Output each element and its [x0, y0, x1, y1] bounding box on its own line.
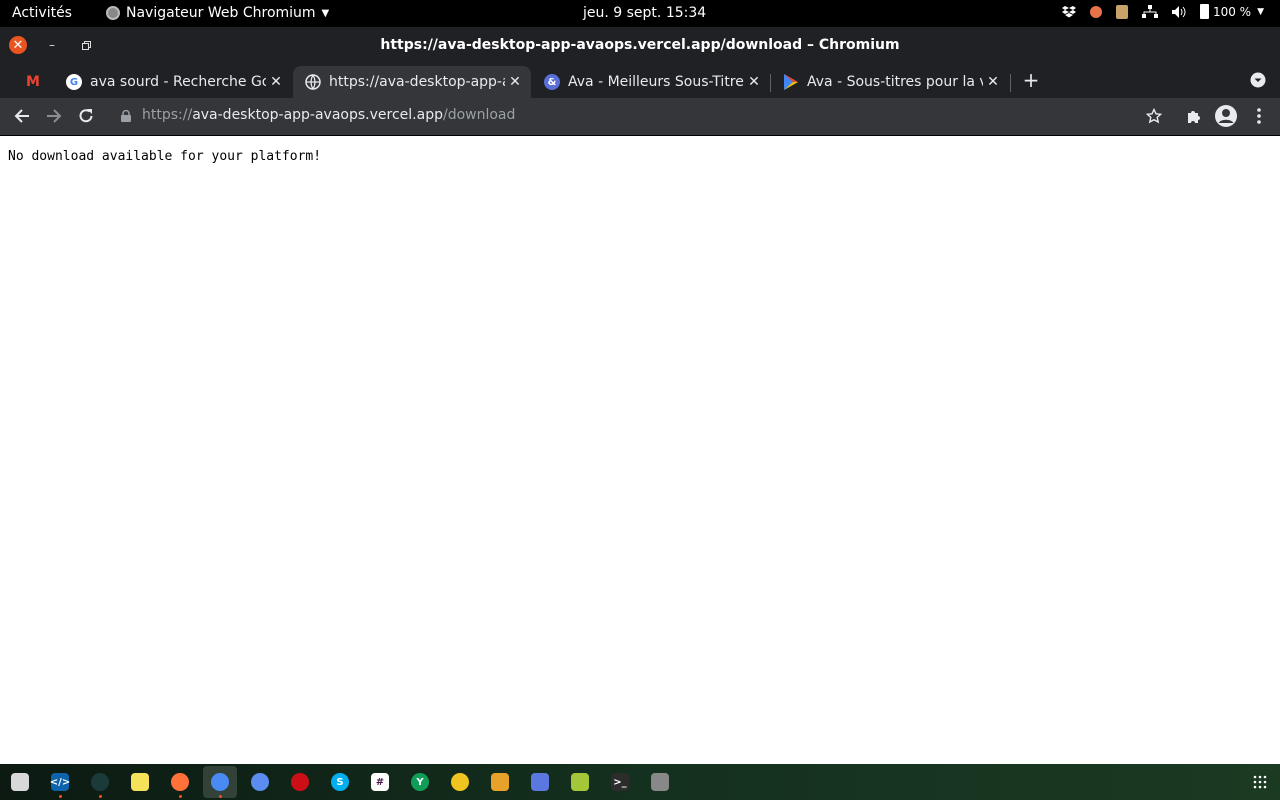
globe-icon	[305, 74, 321, 90]
system-top-bar: Activités Navigateur Web Chromium ▼ jeu.…	[0, 0, 1280, 27]
close-tab-icon[interactable]: ✕	[505, 74, 525, 90]
tab-search-button[interactable]	[1248, 70, 1268, 90]
chromium-icon[interactable]	[211, 773, 229, 791]
tab-google-search[interactable]: G ava sourd - Recherche Goo ✕	[54, 66, 292, 98]
notes-icon[interactable]	[131, 773, 149, 791]
volume-icon[interactable]	[1171, 5, 1186, 18]
chromium-icon	[106, 6, 120, 20]
firefox-icon[interactable]	[171, 773, 189, 791]
running-indicator	[59, 795, 62, 798]
disk-icon[interactable]	[651, 773, 669, 791]
back-button[interactable]	[12, 106, 32, 126]
new-tab-button[interactable]: +	[1021, 68, 1041, 92]
tab-strip: M G ava sourd - Recherche Goo ✕ https://…	[0, 64, 1280, 98]
app-menu[interactable]: Navigateur Web Chromium ▼	[106, 5, 329, 21]
tab-play-store[interactable]: Ava - Sous-titres pour la vie ✕	[771, 66, 1009, 98]
system-tray[interactable]: 100 % ▼	[1061, 4, 1264, 19]
app-icon[interactable]	[451, 773, 469, 791]
reload-button[interactable]	[76, 106, 96, 126]
menu-kebab-icon[interactable]	[1249, 106, 1269, 126]
archive-icon[interactable]	[491, 773, 509, 791]
close-tab-icon[interactable]: ✕	[983, 74, 1003, 90]
slack-icon[interactable]: #	[371, 773, 389, 791]
lock-icon[interactable]	[116, 106, 136, 126]
running-indicator	[179, 795, 182, 798]
yakyak-icon[interactable]: Y	[411, 773, 429, 791]
battery-indicator[interactable]: 100 % ▼	[1199, 4, 1264, 19]
gitkraken-icon[interactable]	[91, 773, 109, 791]
url-host: ava-desktop-app-avaops.vercel.app	[192, 107, 443, 123]
url-path: /download	[442, 107, 516, 123]
window-title-bar[interactable]: ✕ – https://ava-desktop-app-avaops.verce…	[0, 27, 1280, 64]
tab-title: ava sourd - Recherche Goo	[90, 74, 266, 90]
url-scheme: https://	[142, 107, 193, 123]
profile-avatar-icon[interactable]	[1214, 104, 1238, 128]
close-tab-icon[interactable]: ✕	[744, 74, 764, 90]
running-indicator	[99, 795, 102, 798]
pinned-tab-gmail[interactable]: M	[18, 66, 52, 98]
dropbox-icon[interactable]	[1061, 5, 1076, 18]
tab-title: Ava - Sous-titres pour la vie	[807, 74, 983, 90]
page-content: No download available for your platform!	[0, 136, 1280, 764]
vscode-icon[interactable]: </>	[50, 773, 70, 791]
tab-separator	[1010, 74, 1011, 92]
ava-icon: &	[544, 74, 560, 90]
google-icon: G	[66, 74, 82, 90]
browser-toolbar: https://ava-desktop-app-avaops.vercel.ap…	[0, 98, 1280, 136]
bookmark-star-icon[interactable]	[1144, 106, 1164, 126]
screenshot-icon[interactable]	[531, 773, 549, 791]
tab-title: Ava - Meilleurs Sous-Titres	[568, 74, 744, 90]
battery-percent: 100 %	[1212, 4, 1252, 19]
play-store-icon	[783, 74, 799, 90]
show-apps-icon[interactable]	[1251, 773, 1269, 791]
chevron-down-icon: ▼	[321, 7, 330, 19]
files-icon[interactable]	[11, 773, 29, 791]
battery-icon	[1199, 4, 1209, 19]
gmail-icon: M	[26, 74, 40, 90]
skype-icon[interactable]: S	[331, 773, 349, 791]
address-bar[interactable]: https://ava-desktop-app-avaops.vercel.ap…	[142, 107, 515, 123]
network-icon[interactable]	[1141, 4, 1158, 19]
clock[interactable]: jeu. 9 sept. 15:34	[583, 5, 706, 21]
taskbar-dock: </> S # Y >_	[0, 764, 1280, 800]
extensions-icon[interactable]	[1184, 106, 1204, 126]
window-title: https://ava-desktop-app-avaops.vercel.ap…	[380, 37, 900, 53]
close-tab-icon[interactable]: ✕	[266, 74, 286, 90]
paint-icon[interactable]	[1089, 5, 1102, 18]
app-menu-label: Navigateur Web Chromium	[126, 5, 316, 21]
chrome-icon[interactable]	[251, 773, 269, 791]
chevron-down-icon: ▼	[1257, 6, 1264, 17]
activities-button[interactable]: Activités	[12, 5, 72, 21]
opera-icon[interactable]	[291, 773, 309, 791]
running-indicator	[219, 795, 222, 798]
forward-button[interactable]	[44, 106, 64, 126]
terminal-icon[interactable]: >_	[611, 773, 629, 791]
tab-active-download[interactable]: https://ava-desktop-app-avaops.vercel.ap…	[293, 66, 531, 98]
tab-title: https://ava-desktop-app-avaops.vercel.ap…	[329, 74, 505, 90]
no-download-message: No download available for your platform!	[8, 149, 322, 164]
android-icon[interactable]	[571, 773, 589, 791]
tab-ava-subtitles[interactable]: & Ava - Meilleurs Sous-Titres ✕	[532, 66, 770, 98]
clipboard-icon[interactable]	[1115, 4, 1128, 19]
